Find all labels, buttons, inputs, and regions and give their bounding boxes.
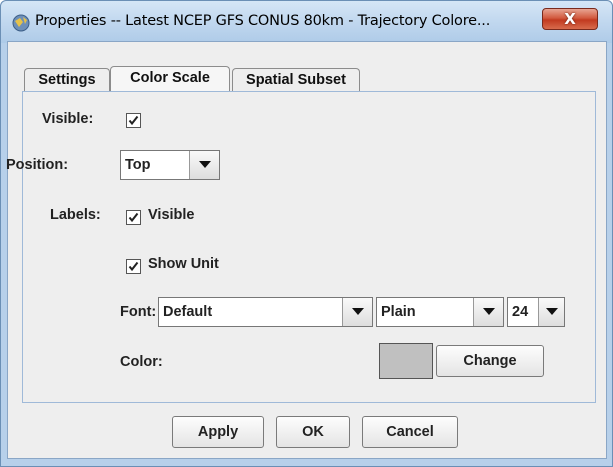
color-label: Color: bbox=[120, 354, 163, 370]
checkmark-icon bbox=[128, 212, 139, 223]
position-label: Position: bbox=[6, 157, 69, 173]
tab-color-scale[interactable]: Color Scale bbox=[110, 66, 230, 92]
title-bar[interactable]: Properties -- Latest NCEP GFS CONUS 80km… bbox=[1, 1, 612, 43]
font-size-value: 24 bbox=[512, 304, 529, 320]
checkmark-icon bbox=[128, 261, 139, 272]
show-unit-checkbox[interactable] bbox=[126, 259, 141, 274]
font-style-value: Plain bbox=[381, 304, 416, 320]
font-value: Default bbox=[163, 304, 213, 320]
tab-spatial-subset[interactable]: Spatial Subset bbox=[232, 68, 360, 92]
cancel-button[interactable]: Cancel bbox=[362, 416, 458, 448]
font-select[interactable]: Default bbox=[158, 297, 373, 327]
ok-button[interactable]: OK bbox=[276, 416, 350, 448]
font-style-dropdown-arrow[interactable] bbox=[473, 298, 503, 326]
font-style-select[interactable]: Plain bbox=[376, 297, 504, 327]
tab-settings[interactable]: Settings bbox=[24, 68, 110, 92]
properties-dialog: Properties -- Latest NCEP GFS CONUS 80km… bbox=[0, 0, 613, 467]
position-dropdown-arrow[interactable] bbox=[189, 151, 219, 179]
chevron-down-icon bbox=[546, 308, 558, 315]
chevron-down-icon bbox=[199, 161, 211, 168]
labels-visible-checkbox[interactable] bbox=[126, 210, 141, 225]
change-color-button[interactable]: Change bbox=[436, 345, 544, 377]
font-dropdown-arrow[interactable] bbox=[342, 298, 372, 326]
position-value: Top bbox=[125, 157, 151, 173]
chevron-down-icon bbox=[483, 308, 495, 315]
dialog-content: Settings Color Scale Spatial Subset Visi… bbox=[6, 41, 607, 459]
color-swatch bbox=[379, 343, 433, 379]
chevron-down-icon bbox=[352, 308, 364, 315]
position-select[interactable]: Top bbox=[120, 150, 220, 180]
window-title: Properties -- Latest NCEP GFS CONUS 80km… bbox=[35, 13, 491, 29]
font-size-select[interactable]: 24 bbox=[507, 297, 565, 327]
checkmark-icon bbox=[128, 115, 139, 126]
font-label: Font: bbox=[120, 304, 157, 320]
show-unit-label: Show Unit bbox=[148, 256, 219, 272]
labels-label: Labels: bbox=[50, 207, 101, 223]
labels-visible-label: Visible bbox=[148, 207, 195, 223]
visible-label: Visible: bbox=[42, 111, 94, 127]
close-button[interactable]: X bbox=[542, 8, 598, 30]
apply-button[interactable]: Apply bbox=[172, 416, 264, 448]
close-icon: X bbox=[564, 10, 576, 28]
visible-checkbox[interactable] bbox=[126, 113, 141, 128]
app-globe-icon bbox=[12, 14, 30, 32]
font-size-dropdown-arrow[interactable] bbox=[538, 298, 564, 326]
